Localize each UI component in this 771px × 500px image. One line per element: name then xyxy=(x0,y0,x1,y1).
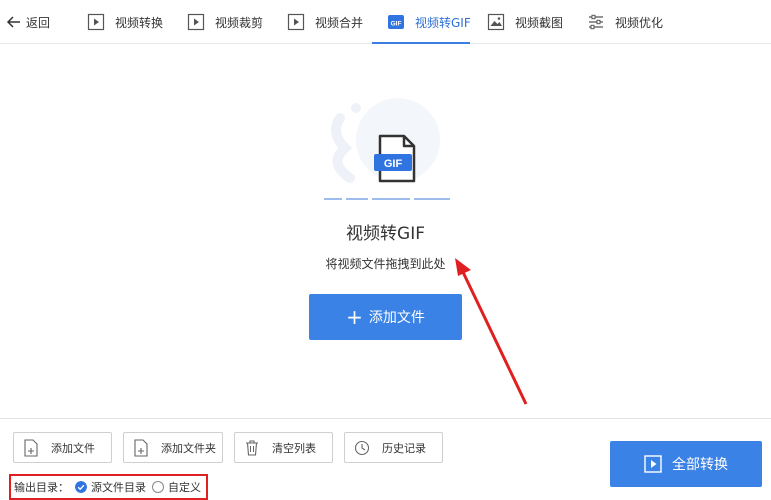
radio-unchecked-icon xyxy=(152,481,164,493)
video-merge-icon xyxy=(287,13,305,31)
output-label: 输出目录： xyxy=(14,481,69,494)
video-play-icon xyxy=(87,13,105,31)
illustration-badge: GIF xyxy=(384,158,403,170)
radio-source-directory[interactable]: 源文件目录 xyxy=(75,479,146,495)
play-icon xyxy=(644,455,662,473)
tab-video-merge[interactable]: 视频合并 xyxy=(287,0,363,44)
tab-video-to-gif[interactable]: GIF 视频转GIF xyxy=(387,0,471,44)
history-button[interactable]: 历史记录 xyxy=(344,432,443,463)
top-navigation: 返回 视频转换 视频裁剪 视频合并 GIF 视频转GIF 视频截图 视频优化 xyxy=(0,0,771,44)
add-folder-label: 添加文件夹 xyxy=(161,441,216,455)
drop-hint: 将视频文件拖拽到此处 xyxy=(325,257,446,271)
add-file-label: 添加文件 xyxy=(368,310,425,326)
tab-video-screenshot[interactable]: 视频截图 xyxy=(487,0,563,44)
back-button[interactable]: 返回 xyxy=(6,12,50,32)
clear-list-button[interactable]: 清空列表 xyxy=(234,432,333,463)
tab-label: 视频截图 xyxy=(515,15,564,30)
svg-text:GIF: GIF xyxy=(391,21,402,28)
folder-add-icon xyxy=(134,438,148,457)
add-folder-button[interactable]: 添加文件夹 xyxy=(123,432,223,463)
active-tab-indicator xyxy=(372,42,470,44)
tab-label: 视频转换 xyxy=(115,15,164,30)
back-label: 返回 xyxy=(26,15,51,30)
tab-label: 视频合并 xyxy=(315,15,364,30)
radio-checked-icon xyxy=(75,481,87,493)
tab-video-convert[interactable]: 视频转换 xyxy=(87,0,163,44)
tab-video-optimize[interactable]: 视频优化 xyxy=(587,0,663,44)
gif-icon: GIF xyxy=(388,15,404,29)
radio-label: 自定义 xyxy=(168,481,201,494)
file-add-icon xyxy=(24,438,38,457)
tab-label: 视频优化 xyxy=(615,15,664,30)
output-directory-selector: 输出目录： 源文件目录 自定义 xyxy=(9,474,208,500)
radio-label: 源文件目录 xyxy=(91,481,146,494)
convert-all-label: 全部转换 xyxy=(672,457,728,473)
history-label: 历史记录 xyxy=(382,441,426,455)
bottom-panel: 添加文件 添加文件夹 清空列表 历史记录 输出目录： 源文件目录 自定义 全部转… xyxy=(0,418,771,500)
video-crop-icon xyxy=(187,13,205,31)
gif-file-illustration: GIF xyxy=(324,98,450,200)
radio-custom-directory[interactable]: 自定义 xyxy=(152,479,201,495)
tab-label: 视频转GIF xyxy=(415,15,471,30)
add-file-tool-button[interactable]: 添加文件 xyxy=(13,432,112,463)
screenshot-icon xyxy=(487,13,505,31)
add-file-tool-label: 添加文件 xyxy=(51,441,95,455)
arrow-left-icon xyxy=(6,16,20,28)
trash-icon xyxy=(246,439,258,456)
clear-list-label: 清空列表 xyxy=(272,441,316,455)
tab-label: 视频裁剪 xyxy=(215,15,264,30)
sliders-icon xyxy=(589,14,603,30)
add-file-button[interactable]: + 添加文件 xyxy=(309,294,462,340)
tab-video-crop[interactable]: 视频裁剪 xyxy=(187,0,263,44)
clock-icon xyxy=(354,440,370,455)
plus-icon: + xyxy=(346,305,363,329)
page-title: 视频转GIF xyxy=(346,224,425,244)
convert-all-button[interactable]: 全部转换 xyxy=(610,441,762,487)
